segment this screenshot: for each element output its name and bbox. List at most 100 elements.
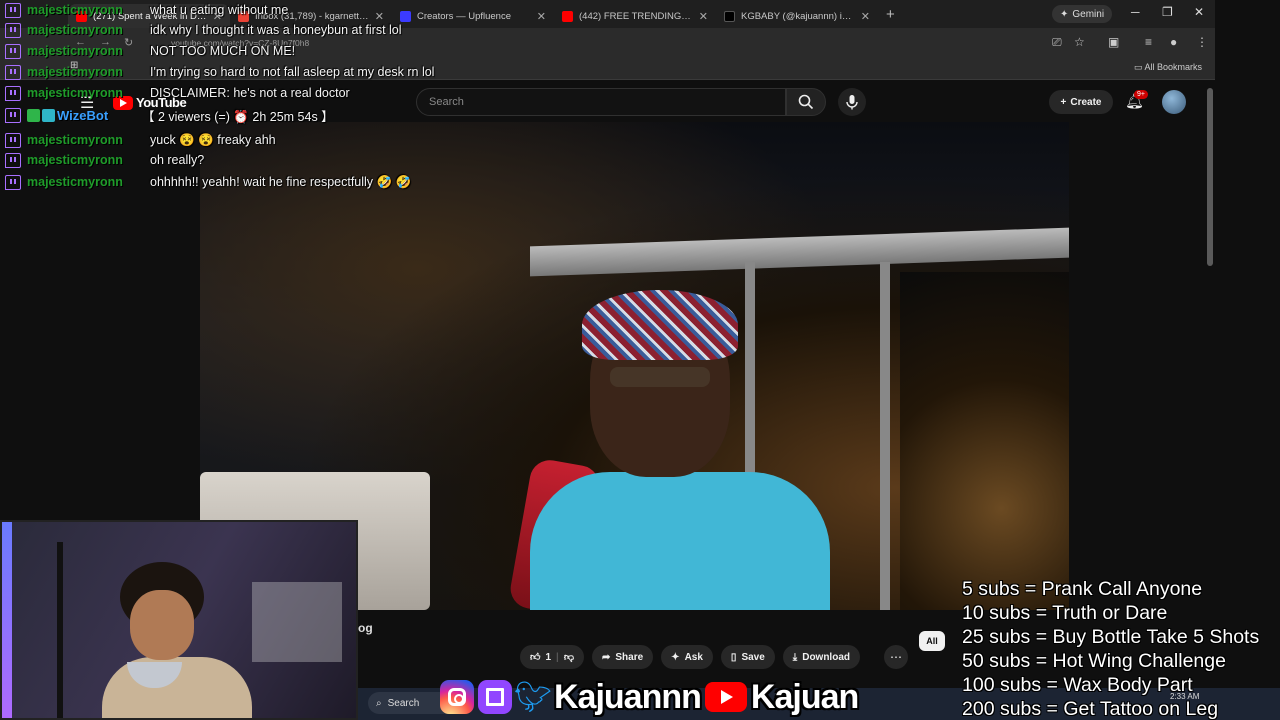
twitch-icon — [5, 152, 21, 168]
save-label: Save — [741, 651, 765, 663]
bot-badge-icon — [27, 108, 40, 122]
video-bandana — [582, 290, 738, 360]
profile-icon[interactable]: ● — [1170, 35, 1177, 49]
share-button[interactable]: ➦ Share — [591, 645, 654, 669]
download-icon: ⤓ — [792, 651, 798, 663]
twitch-icon — [5, 107, 21, 123]
gemini-label: Gemini — [1072, 8, 1105, 20]
social-banner: 🐦︎ Kajuannn Kajuan — [440, 676, 859, 718]
thumbs-up-icon: 👍︎ — [530, 652, 541, 663]
verified-badge-icon — [42, 108, 55, 122]
close-icon[interactable]: ✕ — [699, 10, 708, 23]
like-button[interactable]: 👍︎ 1 | 👎︎ — [520, 645, 584, 669]
folder-icon: ▭ — [1133, 62, 1143, 72]
sub-goals-list: 5 subs = Prank Call Anyone 10 subs = Tru… — [962, 577, 1280, 720]
chat-text: idk why I thought it was a honeybun at f… — [150, 23, 402, 37]
instagram-icon — [440, 680, 474, 714]
twitch-icon — [5, 43, 21, 59]
webcam-streamer — [102, 562, 252, 718]
all-bookmarks[interactable]: ▭ All Bookmarks — [1134, 62, 1202, 73]
webcam-tripod — [57, 542, 63, 718]
tab-upfluence[interactable]: Creators — Upfluence ✕ — [392, 4, 554, 28]
chat-text: DISCLAIMER: he's not a real doctor — [150, 86, 350, 100]
stream-screen: (271) Spent a Week in Dub ✕ Inbox (31,78… — [0, 0, 1280, 720]
chat-username: majesticmyronn — [27, 86, 123, 100]
chat-username: majesticmyronn — [27, 133, 123, 147]
chat-message: majesticmyronn DISCLAIMER: he's not a re… — [5, 83, 350, 103]
twitch-icon — [5, 2, 21, 18]
twitch-logo-icon — [478, 680, 512, 714]
thumbs-down-icon[interactable]: 👎︎ — [564, 651, 574, 663]
like-divider: | — [556, 651, 559, 663]
video-subject — [490, 272, 850, 610]
notification-badge: 9+ — [1134, 90, 1148, 99]
social-handle: Kajuannn — [554, 677, 702, 716]
account-avatar[interactable] — [1162, 90, 1186, 114]
tab-tiktok-live[interactable]: KGBABY (@kajuannn) is LIVE - ✕ — [716, 4, 878, 28]
twitter-bird-icon: 🐦︎ — [513, 680, 553, 714]
tab-label: KGBABY (@kajuannn) is LIVE - — [741, 10, 855, 22]
youtube-favicon-icon — [562, 10, 573, 22]
twitch-icon — [5, 85, 21, 101]
filter-chip-all[interactable]: All — [919, 631, 945, 651]
download-button[interactable]: ⤓ Download — [782, 645, 860, 669]
sub-goal: 10 subs = Truth or Dare — [962, 602, 1168, 624]
chat-text: oh really? — [150, 153, 205, 167]
chat-text: ohhhhh!! yeahh! wait he fine respectfull… — [150, 174, 412, 189]
video-shirt — [530, 472, 830, 610]
search-icon: ⌕ — [376, 697, 382, 709]
kebab-menu-icon[interactable]: ⋮ — [1196, 35, 1208, 49]
search-button[interactable] — [786, 88, 826, 116]
chat-text: what u eating without me — [150, 3, 289, 17]
taskbar-search-label: Search — [387, 697, 420, 709]
cast-icon[interactable]: ⎚ — [1052, 35, 1062, 50]
chat-message: majesticmyronn I'm trying so hard to not… — [5, 62, 434, 82]
ask-button[interactable]: ✦ Ask — [661, 645, 713, 669]
video-rail-post — [880, 262, 890, 610]
download-label: Download — [802, 651, 850, 663]
tab-label: Creators — Upfluence — [417, 10, 511, 22]
page-scrollbar[interactable] — [1207, 88, 1213, 266]
search-input[interactable]: Search — [416, 88, 786, 116]
chat-username: majesticmyronn — [27, 44, 123, 58]
minimize-icon[interactable]: ─ — [1131, 5, 1140, 19]
gemini-button[interactable]: ✦ Gemini — [1052, 5, 1113, 23]
sidebar-icon[interactable]: ▣ — [1108, 35, 1119, 49]
maximize-icon[interactable]: ❐ — [1162, 5, 1173, 19]
close-icon[interactable]: ✕ — [537, 10, 546, 23]
bookmark-star-icon[interactable]: ☆ — [1074, 35, 1085, 49]
chat-text: yuck 😵 😵 freaky ahh — [150, 132, 276, 147]
close-icon[interactable]: ✕ — [861, 10, 870, 23]
create-button[interactable]: + Create — [1049, 90, 1113, 114]
ask-label: Ask — [684, 651, 703, 663]
chat-username: majesticmyronn — [27, 65, 123, 79]
chat-message: majesticmyronn NOT TOO MUCH ON ME! — [5, 41, 295, 61]
window-close-icon[interactable]: ✕ — [1194, 5, 1204, 19]
video-title: og — [358, 621, 373, 635]
twitch-icon — [5, 132, 21, 148]
plus-icon: + — [1060, 96, 1067, 108]
chat-text: 【 2 viewers (=) ⏰ 2h 25m 54s 】 — [142, 109, 334, 124]
more-actions-button[interactable]: ⋯ — [884, 645, 908, 669]
voice-search-button[interactable] — [838, 88, 866, 116]
chat-message-bot: WizeBot 【 2 viewers (=) ⏰ 2h 25m 54s 】 — [5, 105, 334, 125]
chat-username: majesticmyronn — [27, 3, 123, 17]
more-dots-icon: ⋯ — [890, 650, 902, 664]
sub-goal: 50 subs = Hot Wing Challenge — [962, 650, 1226, 672]
share-label: Share — [615, 651, 644, 663]
webcam-face — [130, 590, 194, 660]
sub-goal: 25 subs = Buy Bottle Take 5 Shots — [962, 626, 1260, 648]
save-button[interactable]: ▯ Save — [720, 645, 775, 669]
webcam-background-shelf — [252, 582, 342, 662]
youtube-logo-icon — [704, 682, 747, 712]
bookmark-icon: ▯ — [730, 651, 737, 663]
new-tab-icon[interactable]: + — [886, 6, 895, 23]
tiktok-favicon-icon — [724, 10, 735, 22]
sub-goal: 200 subs = Get Tattoo on Leg — [962, 698, 1219, 720]
tab-youtube-trending[interactable]: (442) FREE TRENDING NON CO ✕ — [554, 4, 716, 28]
share-icon: ➦ — [601, 651, 611, 663]
extensions-icon[interactable]: ≡ — [1145, 35, 1152, 49]
chat-username: majesticmyronn — [27, 153, 123, 167]
sub-goal: 100 subs = Wax Body Part — [962, 674, 1193, 696]
chat-message: majesticmyronn idk why I thought it was … — [5, 20, 402, 40]
